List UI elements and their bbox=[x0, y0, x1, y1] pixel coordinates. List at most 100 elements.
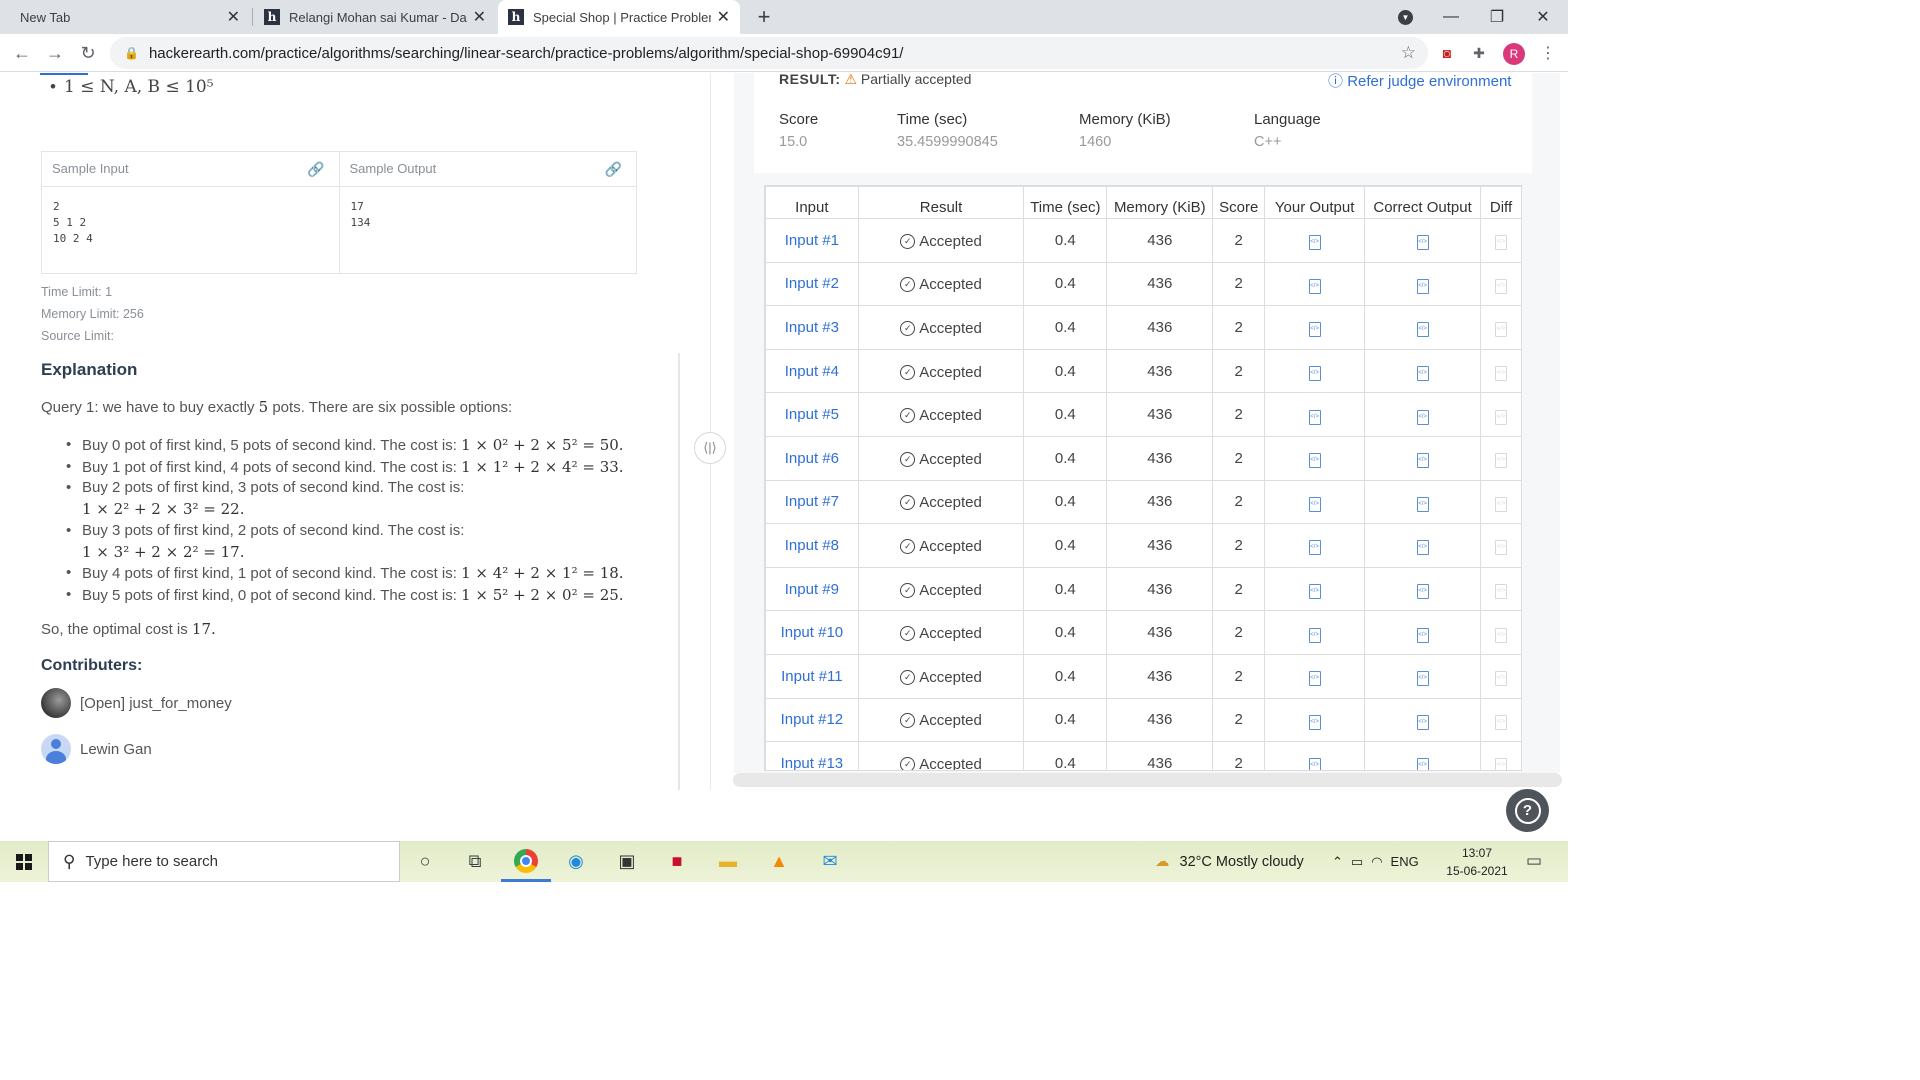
input-link[interactable]: Input #4 bbox=[765, 348, 859, 394]
correct-output-cell[interactable]: </> bbox=[1364, 610, 1482, 655]
back-arrow-icon[interactable]: ← bbox=[9, 40, 35, 66]
close-tab-icon[interactable]: ✕ bbox=[473, 7, 486, 27]
correct-output-cell[interactable]: </> bbox=[1364, 218, 1482, 263]
battery-icon[interactable]: ▭ bbox=[1351, 854, 1363, 870]
address-bar[interactable]: 🔒 hackerearth.com/practice/algorithms/se… bbox=[110, 37, 1428, 69]
new-tab-plus-icon[interactable]: + bbox=[752, 4, 776, 30]
input-link[interactable]: Input #6 bbox=[765, 435, 859, 481]
chrome-icon[interactable] bbox=[511, 846, 541, 876]
task-view-icon[interactable]: ⧉ bbox=[460, 846, 490, 876]
contributor-item[interactable]: [Open] just_for_money bbox=[41, 688, 232, 718]
contributor-item[interactable]: Lewin Gan bbox=[41, 734, 152, 764]
file-code-icon[interactable]: </> bbox=[1416, 235, 1429, 251]
file-code-icon[interactable]: </> bbox=[1308, 409, 1321, 425]
your-output-cell[interactable]: </> bbox=[1264, 610, 1366, 655]
chevron-up-icon[interactable]: ⌃ bbox=[1332, 854, 1343, 870]
file-code-icon[interactable]: </> bbox=[1308, 627, 1321, 643]
input-link[interactable]: Input #1 bbox=[765, 218, 859, 263]
correct-output-cell[interactable]: </> bbox=[1364, 653, 1482, 699]
input-link[interactable]: Input #8 bbox=[765, 523, 859, 568]
correct-output-cell[interactable]: </> bbox=[1364, 348, 1482, 394]
correct-output-cell[interactable]: </> bbox=[1364, 697, 1482, 743]
file-code-icon[interactable]: </> bbox=[1308, 714, 1321, 730]
file-code-icon[interactable]: </> bbox=[1416, 278, 1429, 294]
input-link[interactable]: Input #12 bbox=[765, 697, 859, 743]
edge-icon[interactable]: ◉ bbox=[561, 846, 591, 876]
input-link[interactable]: Input #10 bbox=[765, 610, 859, 655]
link-icon[interactable]: 🔗 bbox=[307, 161, 324, 178]
vlc-icon[interactable]: ▲ bbox=[764, 846, 794, 876]
close-tab-icon[interactable]: ✕ bbox=[227, 7, 240, 27]
judge-environment-link[interactable]: ⓘ Refer judge environment bbox=[1328, 73, 1511, 91]
file-code-icon[interactable]: </> bbox=[1416, 671, 1429, 687]
reload-icon[interactable]: ↻ bbox=[75, 40, 101, 66]
notifications-icon[interactable]: ▭ bbox=[1519, 846, 1549, 876]
close-tab-icon[interactable]: ✕ bbox=[717, 7, 730, 27]
close-window-icon[interactable]: ✕ bbox=[1520, 0, 1566, 34]
wifi-icon[interactable]: ◠ bbox=[1371, 854, 1382, 870]
restore-icon[interactable]: ❐ bbox=[1474, 0, 1520, 34]
tab-relangi-profile[interactable]: h Relangi Mohan sai Kumar - Data ✕ bbox=[254, 0, 496, 34]
file-code-icon[interactable]: </> bbox=[1416, 540, 1429, 556]
input-link[interactable]: Input #5 bbox=[765, 392, 859, 437]
acrobat-icon[interactable]: ■ bbox=[662, 846, 692, 876]
your-output-cell[interactable]: </> bbox=[1264, 741, 1366, 770]
correct-output-cell[interactable]: </> bbox=[1364, 392, 1482, 437]
file-code-icon[interactable]: </> bbox=[1416, 409, 1429, 425]
store-icon[interactable]: ▣ bbox=[612, 846, 642, 876]
your-output-cell[interactable]: </> bbox=[1264, 435, 1366, 481]
forward-arrow-icon[interactable]: → bbox=[42, 40, 68, 66]
file-code-icon[interactable]: </> bbox=[1416, 584, 1429, 600]
your-output-cell[interactable]: </> bbox=[1264, 305, 1366, 350]
extensions-puzzle-icon[interactable]: ✚ bbox=[1469, 43, 1489, 63]
correct-output-cell[interactable]: </> bbox=[1364, 566, 1482, 612]
your-output-cell[interactable]: </> bbox=[1264, 653, 1366, 699]
correct-output-cell[interactable]: </> bbox=[1364, 741, 1482, 770]
browser-menu-icon[interactable]: ⋮ bbox=[1540, 43, 1556, 63]
horizontal-scrollbar[interactable] bbox=[733, 773, 1562, 787]
correct-output-cell[interactable]: </> bbox=[1364, 523, 1482, 568]
your-output-cell[interactable]: </> bbox=[1264, 523, 1366, 568]
resize-handle-icon[interactable]: ⟨|⟩ bbox=[694, 432, 726, 464]
cortana-icon[interactable]: ○ bbox=[410, 846, 440, 876]
profile-avatar[interactable]: R bbox=[1503, 43, 1525, 65]
your-output-cell[interactable]: </> bbox=[1264, 392, 1366, 437]
file-code-icon[interactable]: </> bbox=[1308, 278, 1321, 294]
your-output-cell[interactable]: </> bbox=[1264, 261, 1366, 307]
file-code-icon[interactable]: </> bbox=[1308, 540, 1321, 556]
minimize-icon[interactable]: — bbox=[1428, 0, 1474, 34]
file-code-icon[interactable]: </> bbox=[1416, 627, 1429, 643]
file-code-icon[interactable]: </> bbox=[1308, 671, 1321, 687]
file-code-icon[interactable]: </> bbox=[1308, 584, 1321, 600]
file-code-icon[interactable]: </> bbox=[1308, 496, 1321, 512]
correct-output-cell[interactable]: </> bbox=[1364, 305, 1482, 350]
taskbar-search-box[interactable]: ⚲ Type here to search bbox=[48, 841, 400, 882]
your-output-cell[interactable]: </> bbox=[1264, 697, 1366, 743]
input-link[interactable]: Input #9 bbox=[765, 566, 859, 612]
tab-special-shop[interactable]: h Special Shop | Practice Problems ✕ bbox=[498, 0, 740, 34]
link-icon[interactable]: 🔗 bbox=[605, 161, 622, 178]
file-code-icon[interactable]: </> bbox=[1416, 366, 1429, 382]
your-output-cell[interactable]: </> bbox=[1264, 479, 1366, 525]
start-button[interactable] bbox=[0, 841, 48, 882]
bookmark-star-icon[interactable]: ☆ bbox=[1401, 43, 1416, 63]
input-link[interactable]: Input #3 bbox=[765, 305, 859, 350]
input-link[interactable]: Input #7 bbox=[765, 479, 859, 525]
your-output-cell[interactable]: </> bbox=[1264, 566, 1366, 612]
language-indicator[interactable]: ENG bbox=[1391, 854, 1419, 869]
file-code-icon[interactable]: </> bbox=[1308, 366, 1321, 382]
weather-widget[interactable]: ☁ 32°C Mostly cloudy bbox=[1155, 841, 1304, 882]
file-code-icon[interactable]: </> bbox=[1416, 714, 1429, 730]
file-code-icon[interactable]: </> bbox=[1308, 453, 1321, 469]
file-code-icon[interactable]: </> bbox=[1416, 322, 1429, 338]
input-link[interactable]: Input #11 bbox=[765, 653, 859, 699]
correct-output-cell[interactable]: </> bbox=[1364, 479, 1482, 525]
help-question-icon[interactable]: ? bbox=[1506, 789, 1549, 832]
your-output-cell[interactable]: </> bbox=[1264, 218, 1366, 263]
mail-icon[interactable]: ✉ bbox=[815, 846, 845, 876]
file-code-icon[interactable]: </> bbox=[1416, 758, 1429, 770]
file-code-icon[interactable]: </> bbox=[1416, 496, 1429, 512]
input-link[interactable]: Input #2 bbox=[765, 261, 859, 307]
file-code-icon[interactable]: </> bbox=[1308, 235, 1321, 251]
tab-search-icon[interactable]: ▼ bbox=[1398, 10, 1413, 25]
